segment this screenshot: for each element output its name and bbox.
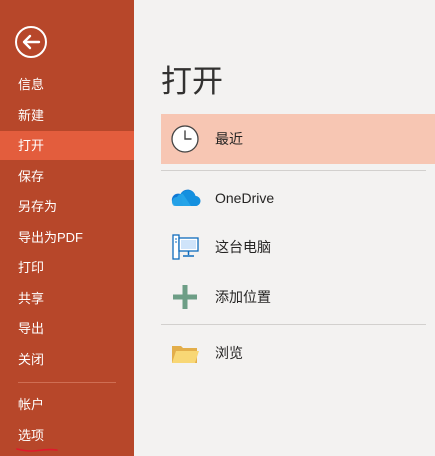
nav-item-export[interactable]: 导出 bbox=[0, 314, 134, 343]
location-onedrive[interactable]: OneDrive bbox=[161, 173, 435, 223]
location-recent-label: 最近 bbox=[215, 131, 243, 147]
page-title: 打开 bbox=[161, 64, 223, 99]
backstage-sidebar: 信息 新建 打开 保存 另存为 导出为PDF 打印 共享 导出 关闭 帐户 选项 bbox=[0, 0, 134, 456]
nav-item-options[interactable]: 选项 bbox=[0, 421, 134, 450]
cloud-icon bbox=[171, 189, 201, 207]
clock-icon bbox=[171, 125, 199, 153]
location-onedrive-label: OneDrive bbox=[215, 190, 275, 206]
nav-item-print[interactable]: 打印 bbox=[0, 253, 134, 282]
nav-item-share[interactable]: 共享 bbox=[0, 284, 134, 313]
computer-icon bbox=[172, 234, 199, 260]
nav-item-export-pdf[interactable]: 导出为PDF bbox=[0, 223, 134, 252]
location-browse[interactable]: 浏览 bbox=[161, 328, 435, 378]
folder-icon bbox=[172, 346, 199, 363]
section-divider bbox=[161, 170, 426, 171]
nav-item-save-as[interactable]: 另存为 bbox=[0, 192, 134, 221]
location-add-place-label: 添加位置 bbox=[215, 289, 271, 305]
nav-item-new[interactable]: 新建 bbox=[0, 101, 134, 130]
nav-item-close[interactable]: 关闭 bbox=[0, 345, 134, 374]
sidebar-divider bbox=[18, 382, 116, 383]
location-this-pc-label: 这台电脑 bbox=[215, 239, 271, 255]
location-browse-label: 浏览 bbox=[215, 345, 243, 361]
nav-item-info[interactable]: 信息 bbox=[0, 70, 134, 99]
nav-item-save[interactable]: 保存 bbox=[0, 162, 134, 191]
open-pane: 打开 最近 OneDrive 这台电脑 添加位置 浏览 bbox=[134, 0, 435, 456]
nav-item-account[interactable]: 帐户 bbox=[0, 390, 134, 419]
section-divider bbox=[161, 324, 426, 325]
red-underline-annotation bbox=[16, 448, 58, 452]
nav-item-open[interactable]: 打开 bbox=[0, 131, 134, 160]
plus-icon bbox=[173, 285, 197, 309]
location-add-place[interactable]: 添加位置 bbox=[161, 272, 435, 322]
location-recent[interactable]: 最近 bbox=[161, 114, 435, 164]
back-arrow-icon[interactable] bbox=[14, 25, 48, 59]
location-this-pc[interactable]: 这台电脑 bbox=[161, 222, 435, 272]
